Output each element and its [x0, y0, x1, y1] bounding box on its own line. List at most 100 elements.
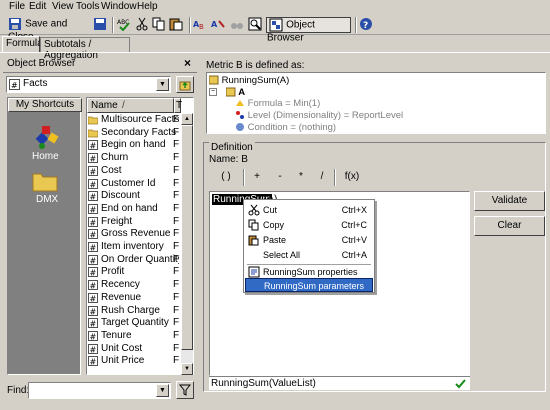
collapse-icon[interactable]: − [209, 88, 217, 97]
chevron-down-icon[interactable]: ▼ [156, 78, 169, 91]
parentheses-button[interactable]: ( ) [213, 169, 239, 186]
list-item[interactable]: # Churn F [87, 152, 179, 165]
divider [3, 72, 197, 73]
tree-node-root[interactable]: RunningSum(A) [208, 75, 289, 86]
toolbar-separator [334, 169, 336, 186]
dmx-shortcut[interactable] [32, 170, 58, 192]
validate-toolbar-button[interactable]: ABC [117, 17, 133, 33]
list-item-label: Gross Revenue [101, 228, 171, 240]
list-item-label: Cost [101, 164, 122, 176]
list-item[interactable]: # Begin on hand F [87, 139, 179, 152]
svg-text:#: # [90, 167, 97, 176]
list-item[interactable]: # Tenure F [87, 330, 179, 343]
find-combo[interactable]: ▼ [28, 382, 171, 399]
save-and-close-button[interactable]: Save and Close [8, 17, 91, 43]
list-item[interactable]: # Unit Price F [87, 355, 179, 368]
object-browser-button[interactable]: Object Browser [266, 17, 351, 44]
menu-item-select-all[interactable]: Select All Ctrl+A [245, 248, 373, 263]
clear-button[interactable]: Clear [474, 216, 545, 236]
find-toolbar-button[interactable] [230, 17, 246, 33]
menu-help[interactable]: Help [137, 1, 158, 12]
vertical-scrollbar[interactable]: ▲ ▼ [181, 113, 193, 375]
function-button[interactable]: f(x) [339, 169, 365, 186]
list-item[interactable]: # End on hand F [87, 203, 179, 216]
list-item[interactable]: # Customer Id F [87, 178, 179, 191]
scroll-down-icon[interactable]: ▼ [181, 363, 193, 375]
scroll-thumb[interactable] [181, 125, 193, 350]
menu-tools[interactable]: Tools [76, 1, 99, 12]
plus-button[interactable]: + [248, 169, 266, 186]
paste-toolbar-button[interactable] [169, 17, 185, 33]
list-item[interactable]: # Recency F [87, 279, 179, 292]
scroll-up-icon[interactable]: ▲ [181, 113, 193, 125]
checkmark-icon [455, 379, 466, 389]
shortcuts-pane: My Shortcuts Home DMX [7, 97, 82, 375]
list-item[interactable]: # Gross Revenue F [87, 228, 179, 241]
list-item-type: F [173, 304, 179, 316]
filter-button[interactable] [176, 381, 194, 399]
help-button[interactable]: ? [359, 17, 375, 33]
tree-prop-formula[interactable]: Formula = Min(1) [235, 98, 320, 109]
menu-item-paste[interactable]: Paste Ctrl+V [245, 233, 373, 248]
go-up-button[interactable] [176, 76, 194, 93]
abc-icon: AB [193, 20, 204, 31]
fact-icon: # [88, 356, 98, 367]
list-item-label: Customer Id [101, 177, 156, 189]
browse-button[interactable] [248, 17, 264, 33]
list-item[interactable]: Multisource Facts F [87, 114, 179, 127]
list-item[interactable]: # On Order Quantity F [87, 254, 179, 267]
tree-node-a[interactable]: − A [209, 87, 245, 98]
list-item-label: Unit Price [101, 355, 145, 367]
close-icon[interactable]: × [184, 56, 191, 70]
format-button[interactable]: A [211, 17, 227, 33]
list-item[interactable]: # Revenue F [87, 292, 179, 305]
list-item[interactable]: Secondary Facts F [87, 127, 179, 140]
list-item[interactable]: # Unit Cost F [87, 343, 179, 356]
menu-item-copy[interactable]: Copy Ctrl+C [245, 218, 373, 233]
column-header-name[interactable]: Name / [87, 98, 174, 113]
list-item[interactable]: # Rush Charge F [87, 305, 179, 318]
abc-button[interactable]: AB [193, 17, 209, 33]
condition-icon [236, 123, 244, 132]
list-item[interactable]: # Profit F [87, 266, 179, 279]
home-shortcut[interactable] [30, 120, 60, 150]
tree-prop-condition[interactable]: Condition = (nothing) [235, 122, 336, 133]
menu-edit[interactable]: Edit [29, 1, 46, 12]
name-label: Name: B [209, 154, 248, 165]
divide-button[interactable]: / [313, 169, 331, 186]
menu-window[interactable]: Window [101, 1, 137, 12]
svg-text:#: # [90, 205, 97, 214]
svg-text:#: # [90, 193, 97, 202]
column-header-type[interactable]: T [174, 98, 182, 113]
context-menu: Cut Ctrl+X Copy Ctrl+C Paste Ctrl+V Sele… [243, 199, 375, 293]
list-item-label: On Order Quantity [101, 253, 179, 265]
list-item[interactable]: # Item inventory F [87, 241, 179, 254]
copy-toolbar-button[interactable] [152, 17, 168, 33]
tab-subtotals-aggregation[interactable]: Subtotals / Aggregation [40, 37, 130, 61]
fact-icon: # [88, 254, 98, 265]
list-item[interactable]: # Discount F [87, 190, 179, 203]
cut-toolbar-button[interactable] [135, 17, 151, 33]
menu-file[interactable]: File [9, 1, 25, 12]
save-button[interactable] [93, 17, 109, 33]
toolbar-separator [243, 169, 245, 186]
object-browser-combo[interactable]: # Facts ▼ [6, 76, 171, 93]
menu-item-parameters[interactable]: RunningSum parameters [245, 278, 373, 292]
menu-item-cut[interactable]: Cut Ctrl+X [245, 203, 373, 218]
list-item[interactable]: # Cost F [87, 165, 179, 178]
combo-value: Facts [23, 78, 48, 89]
svg-text:#: # [90, 269, 97, 278]
list-item[interactable]: # Target Quantity F [87, 317, 179, 330]
menu-view[interactable]: View [52, 1, 74, 12]
list-item-label: End on hand [101, 202, 158, 214]
shortcuts-header[interactable]: My Shortcuts [8, 98, 82, 112]
chevron-down-icon[interactable]: ▼ [156, 384, 169, 397]
fact-icon: # [88, 292, 98, 303]
tree-prop-level[interactable]: Level (Dimensionality) = ReportLevel [235, 110, 403, 121]
validate-button[interactable]: Validate [474, 191, 545, 211]
tab-formula[interactable]: Formula [2, 36, 43, 52]
minus-button[interactable]: - [271, 169, 289, 186]
multiply-button[interactable]: * [292, 169, 310, 186]
list-item[interactable]: # Freight F [87, 216, 179, 229]
copy-icon [248, 219, 259, 231]
